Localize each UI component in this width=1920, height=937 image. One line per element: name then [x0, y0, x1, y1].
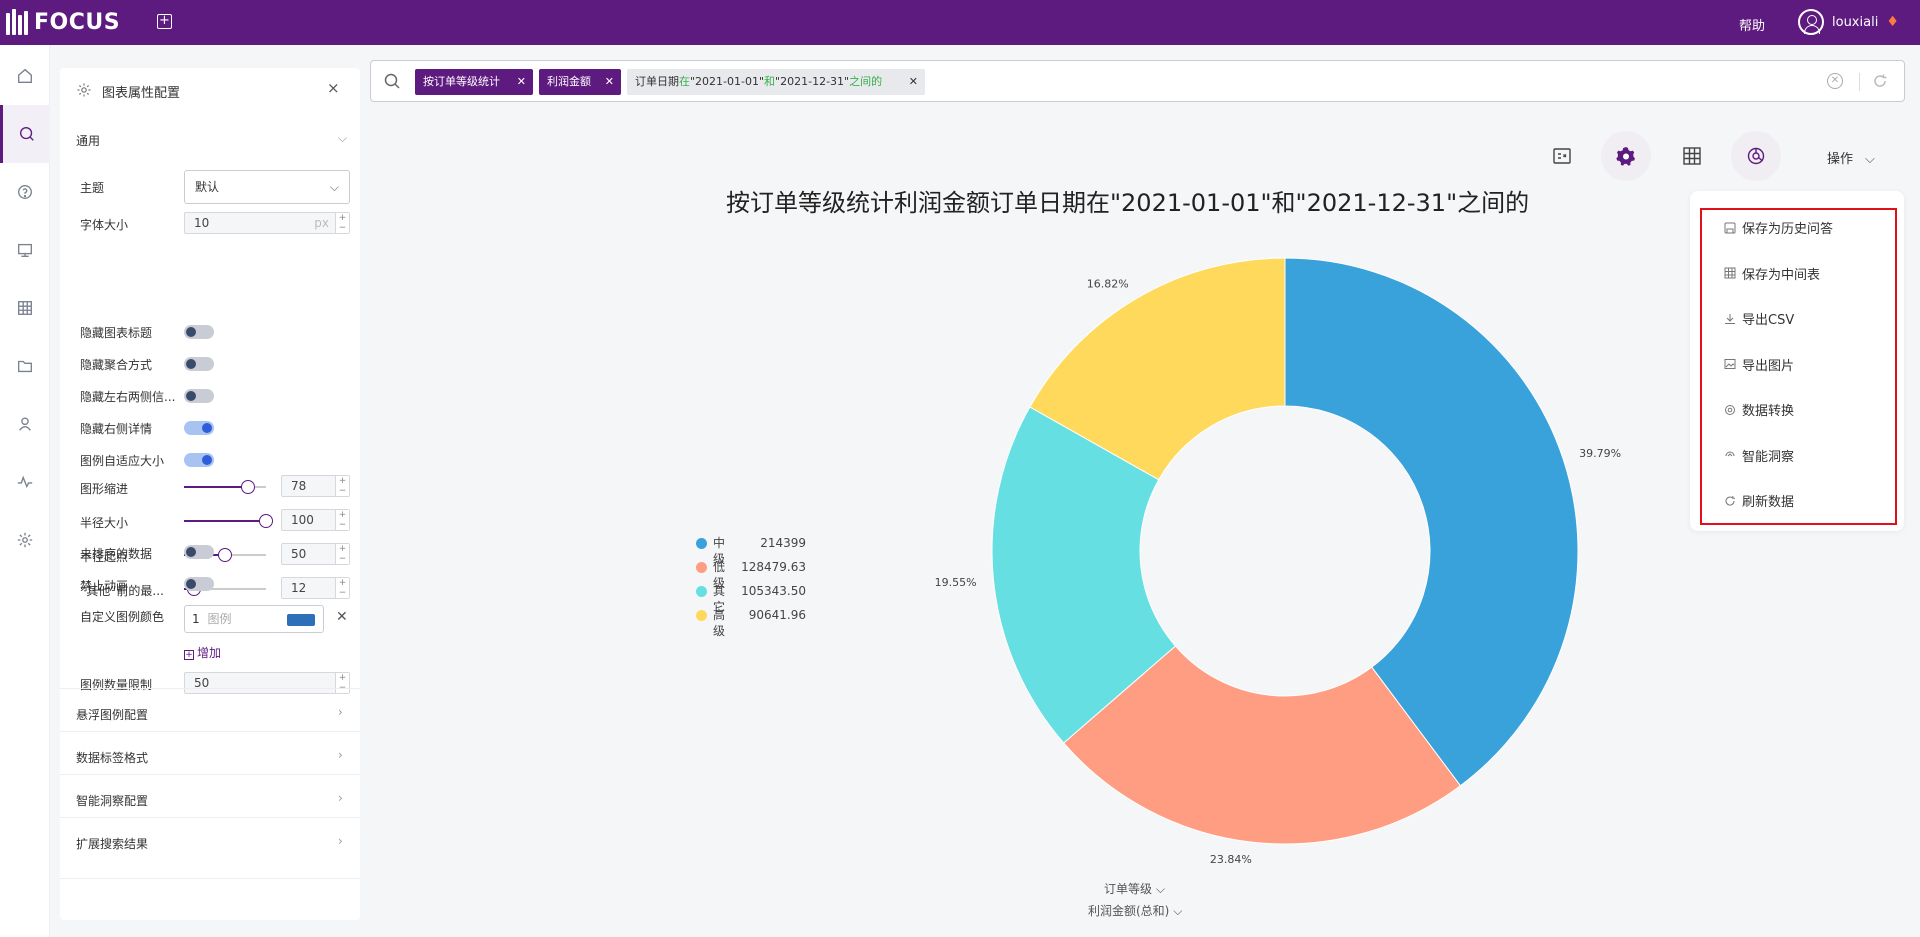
legend-dot [696, 562, 707, 573]
menu-item-label: 刷新数据 [1742, 495, 1795, 510]
download-icon [1724, 313, 1736, 325]
menu-item-label: 保存为历史问答 [1742, 222, 1834, 237]
menu-item-label: 智能洞察 [1742, 449, 1795, 465]
legend-value: 128479.63 [741, 560, 806, 574]
menu-item[interactable]: 导出图片 [1724, 355, 1794, 374]
menu-item-label: 数据转换 [1742, 404, 1795, 419]
menu-item-label: 导出CSV [1742, 313, 1795, 328]
value-field-label: 利润金额(总和) [1088, 904, 1170, 918]
legend-value: 214399 [760, 536, 806, 550]
chevron-down-icon: ⌵ [1173, 904, 1183, 918]
menu-item-label: 导出图片 [1742, 358, 1795, 374]
legend-value: 90641.96 [748, 608, 806, 622]
menu-item[interactable]: 保存为中间表 [1724, 264, 1820, 283]
legend-dot [696, 610, 707, 621]
data-label: 19.55% [935, 576, 977, 589]
category-field-label: 订单等级 [1104, 882, 1153, 896]
menu-item[interactable]: 保存为历史问答 [1724, 218, 1833, 237]
data-label: 39.79% [1579, 447, 1621, 460]
menu-item[interactable]: 数据转换 [1724, 400, 1794, 419]
legend-dot [696, 586, 707, 597]
legend-value: 105343.50 [741, 584, 806, 598]
menu-item[interactable]: 智能洞察 [1724, 446, 1794, 465]
menu-item[interactable]: 刷新数据 [1724, 491, 1794, 510]
menu-item[interactable]: 导出CSV [1724, 309, 1794, 328]
menu-item-label: 保存为中间表 [1742, 267, 1821, 283]
image-icon [1724, 358, 1736, 370]
operations-menu: 保存为历史问答 保存为中间表 导出CSV 导出图片数据转换智能洞察刷新数据 [1700, 208, 1897, 525]
table-icon [1724, 267, 1736, 279]
insight-icon [1724, 449, 1736, 461]
chevron-down-icon: ⌵ [1155, 882, 1165, 896]
refresh-icon [1724, 495, 1736, 507]
data-label: 23.84% [1210, 853, 1252, 866]
legend-name: 高级 [713, 608, 726, 638]
donut-chart: 39.79% 23.84% 19.55% 16.82% [935, 257, 1621, 866]
save-icon [1724, 222, 1736, 234]
category-field-selector[interactable]: 订单等级 ⌵ [1104, 880, 1165, 897]
gear-icon [1724, 404, 1736, 416]
data-label: 16.82% [1087, 277, 1129, 290]
value-field-selector[interactable]: 利润金额(总和) ⌵ [1088, 902, 1182, 919]
legend-dot [696, 538, 707, 549]
